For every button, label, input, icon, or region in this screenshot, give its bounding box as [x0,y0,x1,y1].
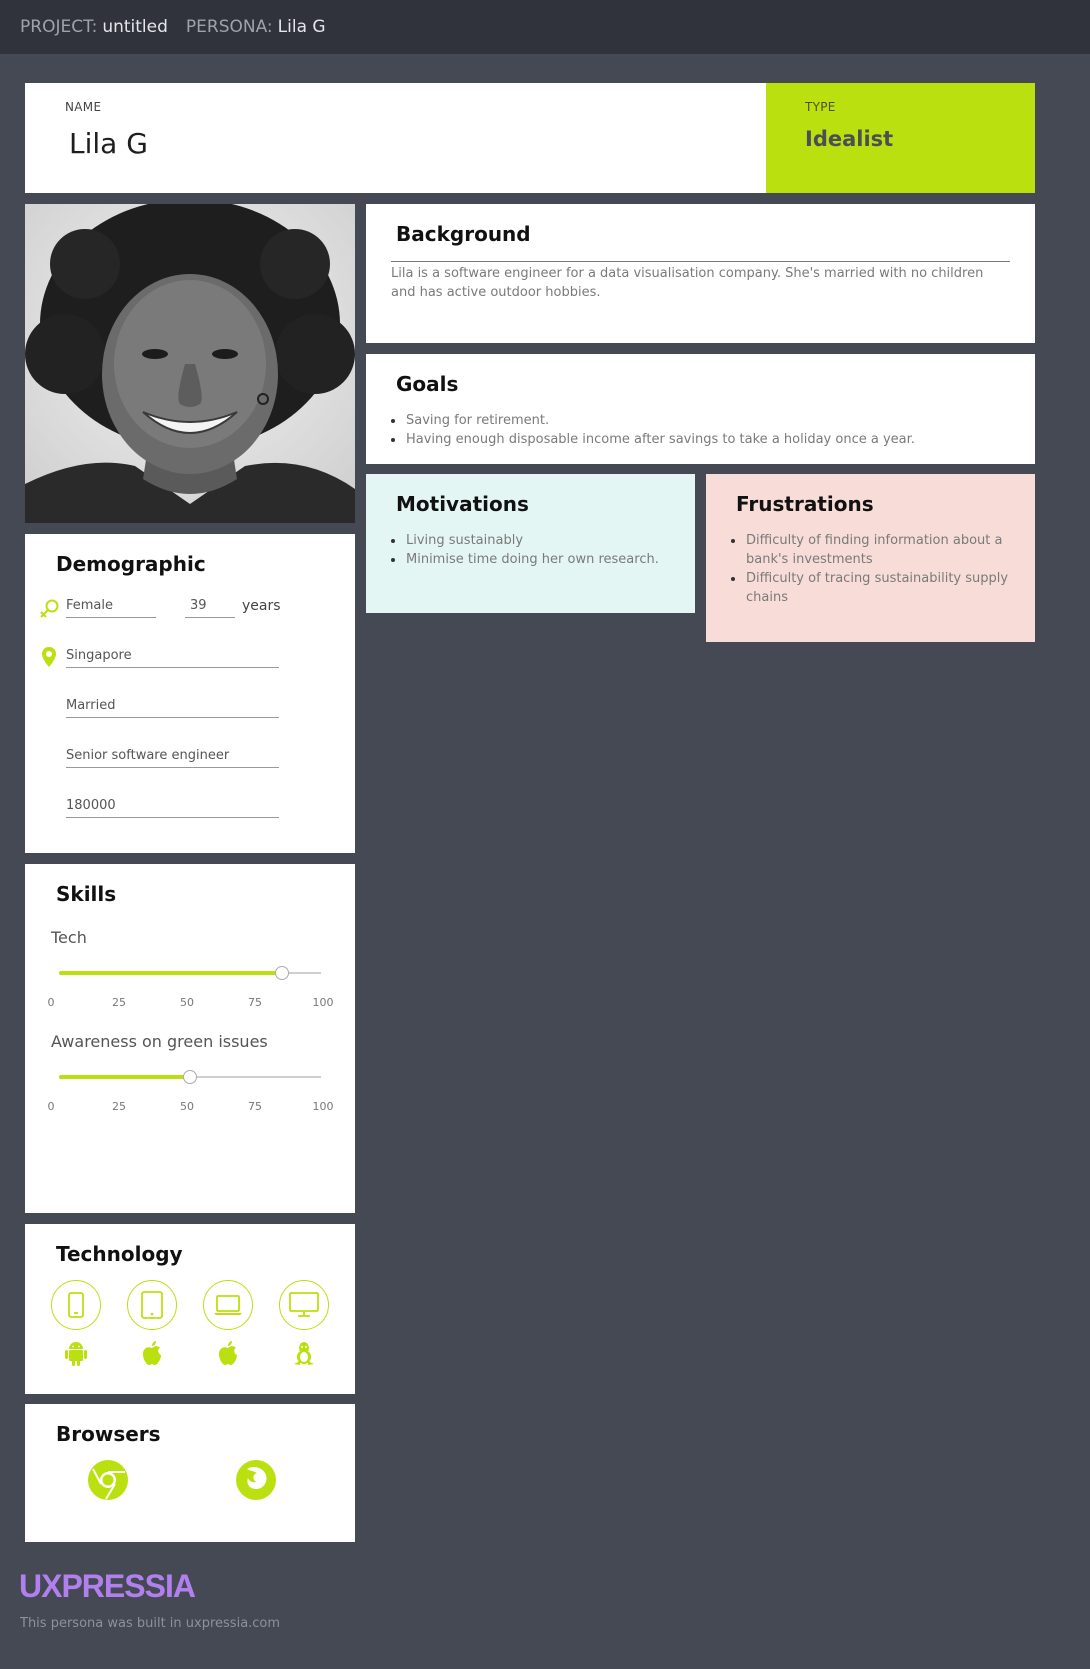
goals-card: Goals Saving for retirement. Having enou… [366,354,1035,464]
linux-icon [291,1340,317,1366]
browsers-title: Browsers [56,1422,161,1446]
tick-label: 25 [112,1100,126,1113]
skill-slider-thumb[interactable] [183,1070,197,1084]
technology-title: Technology [56,1242,183,1266]
skill-name: Awareness on green issues [51,1032,268,1051]
tick-label: 100 [312,1100,334,1113]
background-divider [391,261,1010,262]
apple-icon [215,1340,241,1366]
desktop-icon[interactable] [279,1280,329,1330]
gender-field[interactable]: Female [66,598,156,618]
chrome-icon[interactable] [87,1459,129,1501]
list-item: Minimise time doing her own research. [386,550,676,569]
uxpressia-logo[interactable]: UXPRESSIA [19,1568,196,1605]
age-unit-label: years [242,598,281,614]
android-icon [63,1340,89,1366]
frustrations-list[interactable]: Difficulty of finding information about … [726,531,1016,607]
tick-label: 75 [248,996,262,1009]
motivations-list[interactable]: Living sustainably Minimise time doing h… [386,531,676,569]
list-item: Difficulty of tracing sustainability sup… [726,569,1016,607]
firefox-icon[interactable] [235,1459,277,1501]
technology-card: Technology [25,1224,355,1394]
skill-slider[interactable] [59,966,321,980]
background-card: Background Lila is a software engineer f… [366,204,1035,343]
marital-status-field[interactable]: Married [66,698,279,718]
frustrations-card: Frustrations Difficulty of finding infor… [706,474,1035,642]
persona-photo[interactable] [25,204,355,523]
apple-icon [139,1340,165,1366]
laptop-icon[interactable] [203,1280,253,1330]
tick-label: 50 [180,1100,194,1113]
income-field[interactable]: 180000 [66,798,279,818]
project-label: PROJECT: [20,17,98,37]
tablet-icon[interactable] [127,1280,177,1330]
list-item: Having enough disposable income after sa… [386,430,1006,449]
top-bar: PROJECT: untitled PERSONA: Lila G [0,0,1090,54]
skill-name: Tech [51,928,87,947]
tick-label: 25 [112,996,126,1009]
type-card: TYPE Idealist [766,83,1035,193]
skill-slider-fill [59,1075,190,1079]
tick-label: 50 [180,996,194,1009]
skill-ticks: 0 25 50 75 100 [47,1100,334,1114]
built-with-text[interactable]: This persona was built in uxpressia.com [20,1616,280,1631]
goals-title: Goals [396,372,459,396]
frustrations-title: Frustrations [736,492,874,516]
demographic-card: Demographic Female 39 years Singapore Ma… [25,534,355,853]
skill-ticks: 0 25 50 75 100 [47,996,334,1010]
list-item: Saving for retirement. [386,411,1006,430]
project-name[interactable]: untitled [102,17,168,37]
persona-name-field[interactable]: Lila G [69,127,148,160]
persona-name[interactable]: Lila G [278,17,326,37]
tick-label: 0 [47,1100,55,1113]
skill-slider-thumb[interactable] [274,966,289,980]
list-item: Difficulty of finding information about … [726,531,1016,569]
skill-slider-fill [59,971,282,975]
phone-icon[interactable] [51,1280,101,1330]
type-caption: TYPE [805,100,836,114]
age-field[interactable]: 39 [185,598,235,618]
name-card: NAME Lila G [25,83,766,193]
skills-title: Skills [56,882,117,906]
skills-card: Skills Tech 0 25 50 75 100 Awareness on … [25,864,355,1213]
background-text[interactable]: Lila is a software engineer for a data v… [391,264,991,302]
browsers-card: Browsers [25,1404,355,1542]
tick-label: 0 [47,996,55,1009]
background-title: Background [396,222,531,246]
list-item: Living sustainably [386,531,676,550]
skill-slider[interactable] [59,1070,321,1084]
persona-type-field[interactable]: Idealist [805,127,893,151]
persona-label: PERSONA: [185,17,273,37]
gender-icon [40,599,59,618]
goals-list[interactable]: Saving for retirement. Having enough dis… [386,411,1006,449]
tick-label: 100 [312,996,334,1009]
tick-label: 75 [248,1100,262,1113]
occupation-field[interactable]: Senior software engineer [66,748,279,768]
motivations-title: Motivations [396,492,529,516]
name-caption: NAME [65,100,102,114]
location-pin-icon [42,647,56,667]
motivations-card: Motivations Living sustainably Minimise … [366,474,695,613]
location-field[interactable]: Singapore [66,648,279,668]
demographic-title: Demographic [56,552,206,576]
